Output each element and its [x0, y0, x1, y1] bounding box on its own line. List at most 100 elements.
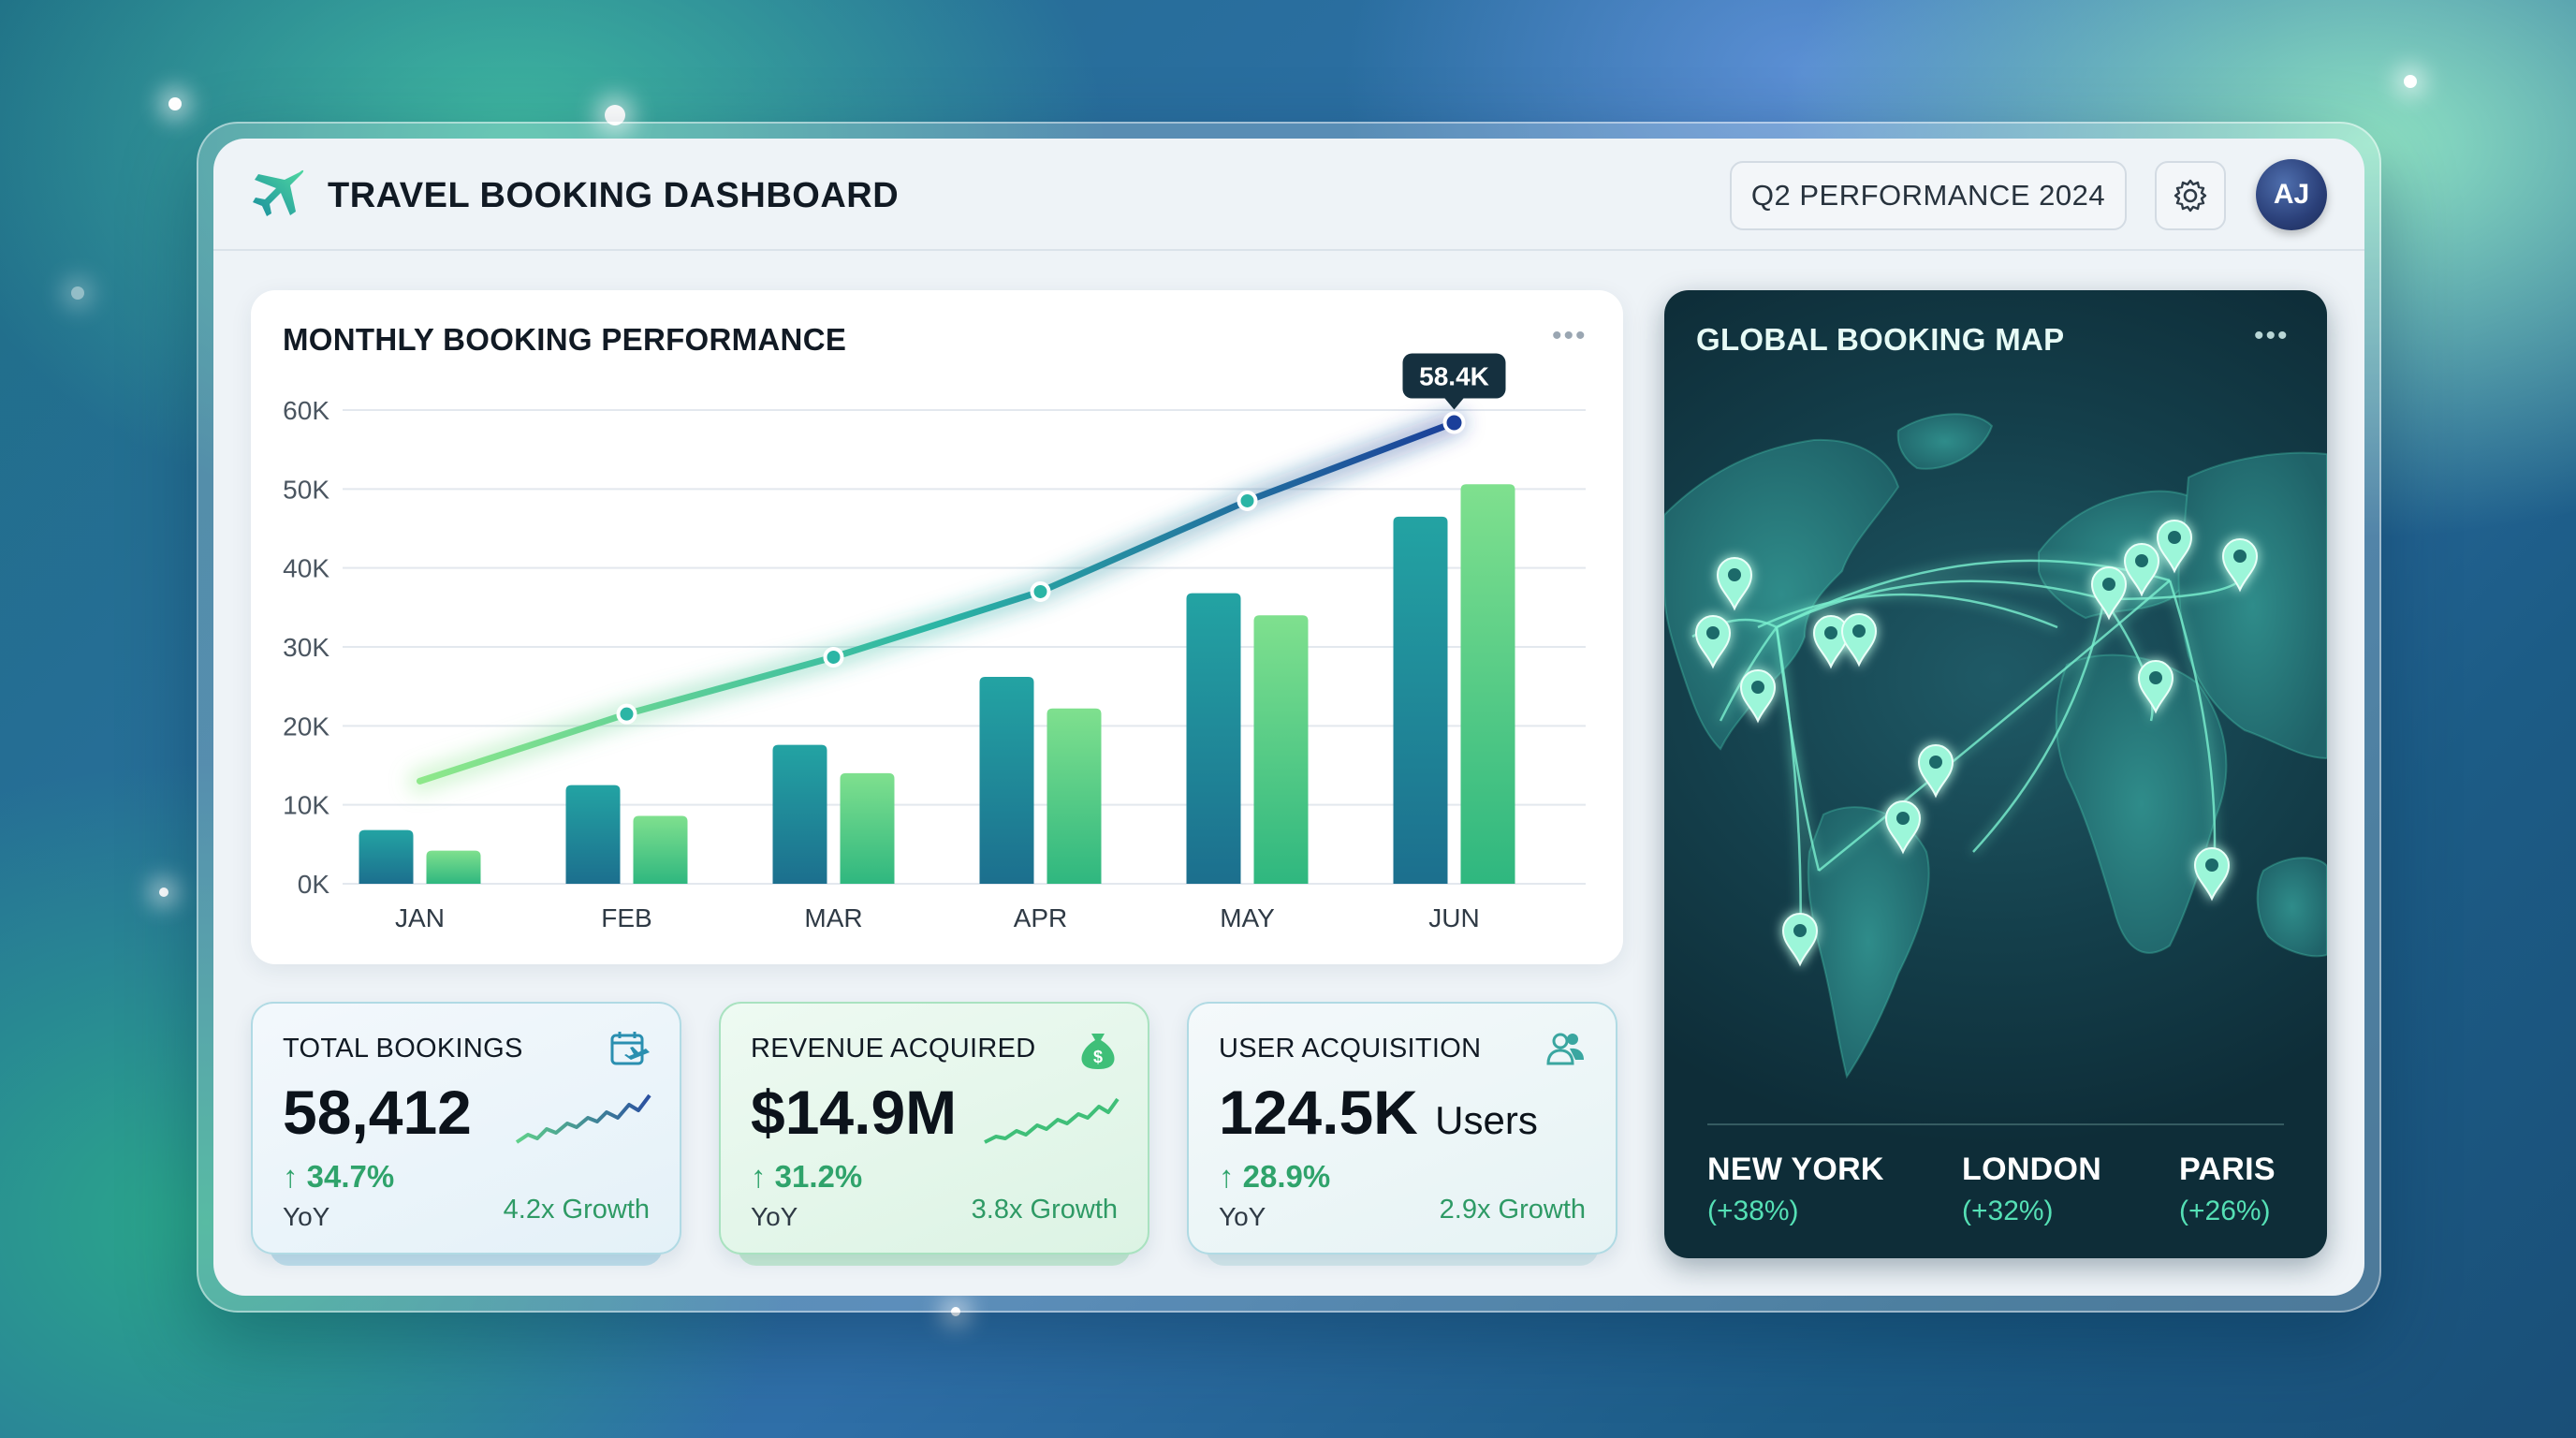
bar-series-2: [426, 850, 481, 884]
kpi-value: 58,412: [283, 1078, 472, 1147]
global-booking-map-card: GLOBAL BOOKING MAP ••• NEW YORK (+38%) L…: [1664, 290, 2327, 1258]
user-avatar[interactable]: AJ: [2256, 159, 2327, 230]
map-pin-icon[interactable]: [1781, 913, 1819, 967]
page-title: TRAVEL BOOKING DASHBOARD: [328, 176, 900, 215]
map-pin-icon[interactable]: [2193, 847, 2231, 902]
money-bag-icon: $: [1081, 1034, 1115, 1069]
bar-series-1: [565, 785, 621, 884]
map-pin-dot: [2168, 531, 2181, 544]
background-sparkle: [71, 286, 84, 300]
bar-series-1: [1393, 516, 1448, 884]
settings-button[interactable]: [2155, 161, 2226, 230]
map-pin-dot: [2135, 554, 2148, 567]
x-tick-label: MAR: [804, 903, 862, 932]
map-pin-icon[interactable]: [1739, 669, 1777, 724]
booking-chart: 0K 10K 20K 30K 40K 50K 60K JAN FEB MAR APR MAY JUN 58…: [283, 353, 1586, 932]
bar-series-1: [1186, 593, 1241, 884]
trend-point: [1237, 490, 1258, 511]
background-sparkle: [159, 888, 168, 897]
map-pin-icon[interactable]: [1917, 744, 1954, 799]
bar-series-2: [1460, 484, 1515, 884]
south-america-shape: [1807, 806, 1930, 1079]
city-stat-paris: PARIS (+26%): [2179, 1152, 2276, 1227]
x-tick-label: FEB: [601, 903, 651, 932]
bar-series-1: [772, 744, 827, 884]
y-tick-label: 10K: [283, 791, 329, 820]
background-sparkle: [2404, 75, 2417, 88]
city-name: NEW YORK: [1707, 1152, 1884, 1187]
y-tick-label: 40K: [283, 554, 329, 583]
sparkline-icon: [984, 1097, 1120, 1144]
kpi-change: ↑ 28.9%: [1219, 1159, 1331, 1194]
kpi-title: TOTAL BOOKINGS: [283, 1034, 523, 1064]
dashboard-header: TRAVEL BOOKING DASHBOARD Q2 PERFORMANCE …: [213, 139, 2364, 251]
bar-series-2: [1253, 615, 1309, 884]
kpi-card-user-acquisition[interactable]: USER ACQUISITION 124.5K Users ↑ 28.9% Yo…: [1187, 1002, 1617, 1255]
bar-series-1: [979, 677, 1034, 884]
bar-series-2: [633, 815, 688, 884]
value-tooltip-pointer: [1444, 398, 1464, 410]
map-pin-dot: [1793, 924, 1807, 937]
kpi-card-total-bookings[interactable]: TOTAL BOOKINGS 58,412 ↑ 34.7% YoY 4.2x G…: [251, 1002, 681, 1255]
kpi-title: REVENUE ACQUIRED: [751, 1034, 1036, 1064]
kpi-card-revenue-acquired[interactable]: REVENUE ACQUIRED $ $14.9M ↑ 31.2% YoY 3.…: [719, 1002, 1149, 1255]
calendar-plane-icon: [610, 1032, 650, 1065]
map-pin-icon[interactable]: [1840, 613, 1878, 668]
dashboard-panel: TRAVEL BOOKING DASHBOARD Q2 PERFORMANCE …: [213, 139, 2364, 1296]
kpi-change: ↑ 34.7%: [283, 1159, 395, 1194]
y-tick-label: 30K: [283, 633, 329, 662]
map-pin-dot: [1728, 568, 1741, 581]
map-pin-dot: [2205, 858, 2218, 872]
airplane-icon: [253, 169, 304, 216]
background-sparkle: [168, 97, 182, 110]
y-tick-label: 60K: [283, 396, 329, 425]
trend-point: [1442, 411, 1466, 434]
kpi-growth: 3.8x Growth: [971, 1195, 1118, 1225]
map-pin-dot: [1852, 624, 1866, 638]
city-name: LONDON: [1962, 1152, 2102, 1187]
city-change: (+26%): [2179, 1196, 2271, 1226]
map-pin-dot: [2102, 578, 2115, 591]
x-tick-label: MAY: [1220, 903, 1275, 932]
map-more-options-icon[interactable]: •••: [2254, 322, 2290, 350]
map-pin-dot: [1824, 626, 1837, 639]
value-tooltip-label: 58.4K: [1419, 361, 1489, 390]
map-pin-dot: [1929, 756, 1942, 769]
city-stat-new-york: NEW YORK (+38%): [1707, 1152, 1884, 1227]
trend-point: [823, 646, 844, 668]
x-tick-label: JUN: [1428, 903, 1479, 932]
kpi-value-number: 124.5K: [1219, 1078, 1418, 1147]
map-pin-dot: [2149, 671, 2162, 684]
map-pin-icon[interactable]: [1812, 615, 1850, 669]
kpi-title: USER ACQUISITION: [1219, 1034, 1482, 1064]
bar-series-2: [840, 772, 895, 884]
world-map: [1664, 413, 2327, 1079]
map-pin-dot: [1896, 812, 1910, 825]
city-stat-london: LONDON (+32%): [1962, 1152, 2101, 1227]
kpi-change: ↑ 31.2%: [751, 1159, 863, 1194]
city-change: (+32%): [1962, 1196, 2054, 1226]
y-tick-label: 0K: [298, 870, 330, 899]
greenland-shape: [1896, 413, 1994, 470]
bar-series-1: [359, 829, 414, 884]
kpi-value-unit: Users: [1435, 1098, 1538, 1142]
period-selector-button[interactable]: Q2 PERFORMANCE 2024: [1730, 161, 2127, 230]
kpi-growth: 2.9x Growth: [1439, 1195, 1586, 1225]
kpi-growth: 4.2x Growth: [503, 1195, 650, 1225]
x-tick-label: APR: [1014, 903, 1068, 932]
x-tick-label: JAN: [395, 903, 445, 932]
y-tick-label: 20K: [283, 712, 329, 741]
kpi-yoy-label: YoY: [1219, 1202, 1266, 1231]
city-change: (+38%): [1707, 1196, 1799, 1226]
sparkline-icon: [515, 1093, 651, 1144]
users-icon: [1546, 1033, 1584, 1065]
map-divider: [1707, 1123, 2284, 1125]
map-title: GLOBAL BOOKING MAP: [1696, 322, 2065, 357]
kpi-yoy-label: YoY: [283, 1202, 330, 1231]
kpi-value: 124.5K Users: [1219, 1077, 1538, 1148]
bar-series-2: [1046, 708, 1102, 884]
kpi-yoy-label: YoY: [751, 1202, 798, 1231]
map-pin-dot: [2233, 550, 2247, 563]
map-pin-dot: [1706, 626, 1720, 639]
gear-icon: [2174, 179, 2207, 213]
